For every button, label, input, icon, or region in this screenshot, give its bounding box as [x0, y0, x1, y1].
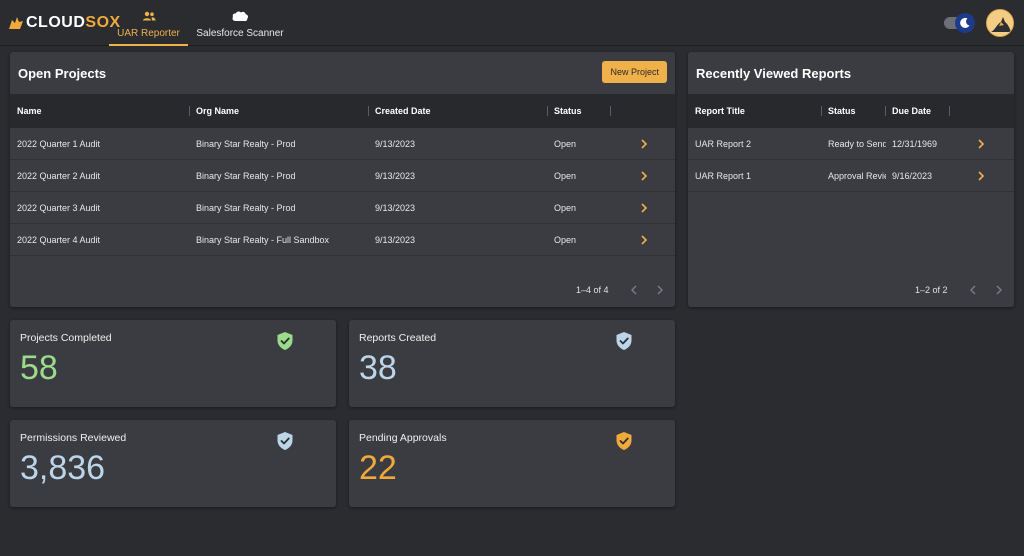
- status-cell: Open: [554, 203, 577, 213]
- tab-uar-reporter-label: UAR Reporter: [117, 28, 180, 39]
- column-separator: [368, 106, 369, 116]
- chevron-right-icon[interactable]: [639, 138, 649, 150]
- project-name-cell: 2022 Quarter 1 Audit: [17, 139, 101, 149]
- column-separator: [821, 106, 822, 116]
- pagination-range: 1–2 of 2: [915, 285, 948, 295]
- shield-check-icon: [277, 332, 293, 350]
- chevron-right-icon[interactable]: [976, 138, 986, 150]
- chevron-right-icon[interactable]: [976, 170, 986, 182]
- stat-label: Reports Created: [359, 332, 437, 344]
- status-cell: Open: [554, 235, 577, 245]
- fox-logo-icon: [9, 17, 23, 29]
- stat-card-pending-approvals: Pending Approvals 22: [349, 420, 675, 507]
- stat-label: Permissions Reviewed: [20, 432, 127, 444]
- next-page-icon[interactable]: [655, 284, 665, 296]
- shield-check-icon: [277, 432, 293, 450]
- shield-check-icon: [616, 332, 632, 350]
- logo-text-cloud: CLOUD: [26, 14, 86, 31]
- stat-card-projects-completed: Projects Completed 58: [10, 320, 336, 407]
- recent-reports-card: Recently Viewed Reports Report Title Sta…: [688, 52, 1014, 307]
- org-name-cell: Binary Star Realty - Prod: [196, 139, 296, 149]
- table-row[interactable]: 2022 Quarter 3 Audit Binary Star Realty …: [10, 192, 675, 224]
- table-row[interactable]: 2022 Quarter 2 Audit Binary Star Realty …: [10, 160, 675, 192]
- moon-icon: [955, 13, 975, 33]
- org-name-cell: Binary Star Realty - Prod: [196, 171, 296, 181]
- open-projects-title: Open Projects: [18, 66, 107, 81]
- due-date-cell: 12/31/1969: [892, 139, 938, 149]
- status-cell: Open: [554, 139, 577, 149]
- stat-value: 58: [20, 349, 58, 387]
- table-row[interactable]: UAR Report 1 Approval Review 9/16/2023: [688, 160, 1014, 192]
- stat-card-permissions-reviewed: Permissions Reviewed 3,836: [10, 420, 336, 507]
- open-projects-card: Open Projects New Project Name Org Name …: [10, 52, 675, 307]
- column-header-status[interactable]: Status: [554, 106, 582, 116]
- status-cell: Open: [554, 171, 577, 181]
- due-date-cell: 9/16/2023: [892, 171, 933, 181]
- column-header-name[interactable]: Name: [17, 106, 42, 116]
- next-page-icon[interactable]: [994, 284, 1004, 296]
- column-header-status[interactable]: Status: [828, 106, 856, 116]
- created-date-cell: 9/13/2023: [375, 171, 416, 181]
- column-separator: [610, 106, 611, 116]
- pagination-range: 1–4 of 4: [576, 285, 609, 295]
- column-header-created-date[interactable]: Created Date: [375, 106, 431, 116]
- previous-page-icon[interactable]: [629, 284, 639, 296]
- table-row[interactable]: UAR Report 2 Ready to Send 12/31/1969: [688, 128, 1014, 160]
- open-projects-table-header: Name Org Name Created Date Status: [10, 94, 675, 128]
- column-separator: [547, 106, 548, 116]
- top-navigation-bar: CLOUDSOX UAR Reporter Salesforce Scanner: [0, 0, 1024, 46]
- recent-reports-title: Recently Viewed Reports: [696, 66, 852, 81]
- stat-value: 22: [359, 449, 397, 487]
- org-name-cell: Binary Star Realty - Prod: [196, 203, 296, 213]
- stat-value: 3,836: [20, 449, 106, 487]
- column-header-report-title[interactable]: Report Title: [695, 106, 745, 116]
- table-row[interactable]: 2022 Quarter 1 Audit Binary Star Realty …: [10, 128, 675, 160]
- stat-value: 38: [359, 349, 397, 387]
- column-header-due-date[interactable]: Due Date: [892, 106, 931, 116]
- created-date-cell: 9/13/2023: [375, 139, 416, 149]
- column-header-org-name[interactable]: Org Name: [196, 106, 239, 116]
- stat-card-reports-created: Reports Created 38: [349, 320, 675, 407]
- report-title-cell: UAR Report 1: [695, 171, 752, 181]
- status-cell: Approval Review: [828, 171, 886, 181]
- column-separator: [885, 106, 886, 116]
- tab-uar-reporter[interactable]: UAR Reporter: [109, 0, 188, 46]
- status-cell: Ready to Send: [828, 139, 886, 149]
- shield-check-icon: [616, 432, 632, 450]
- theme-toggle[interactable]: [944, 13, 976, 33]
- column-separator: [189, 106, 190, 116]
- user-avatar[interactable]: [986, 9, 1014, 37]
- created-date-cell: 9/13/2023: [375, 203, 416, 213]
- project-name-cell: 2022 Quarter 2 Audit: [17, 171, 101, 181]
- column-separator: [949, 106, 950, 116]
- project-name-cell: 2022 Quarter 3 Audit: [17, 203, 101, 213]
- chevron-right-icon[interactable]: [639, 202, 649, 214]
- tab-salesforce-scanner[interactable]: Salesforce Scanner: [194, 0, 286, 46]
- previous-page-icon[interactable]: [968, 284, 978, 296]
- cloudsox-logo[interactable]: CLOUDSOX: [8, 13, 121, 33]
- stat-label: Pending Approvals: [359, 432, 447, 444]
- project-name-cell: 2022 Quarter 4 Audit: [17, 235, 101, 245]
- table-row[interactable]: 2022 Quarter 4 Audit Binary Star Realty …: [10, 224, 675, 256]
- fox-avatar-icon: [987, 10, 1013, 36]
- org-name-cell: Binary Star Realty - Full Sandbox: [196, 235, 330, 245]
- users-icon: [142, 9, 156, 22]
- chevron-right-icon[interactable]: [639, 234, 649, 246]
- tab-salesforce-scanner-label: Salesforce Scanner: [196, 28, 284, 39]
- salesforce-cloud-icon: [231, 9, 249, 22]
- stat-label: Projects Completed: [20, 332, 112, 344]
- recent-reports-table-header: Report Title Status Due Date: [688, 94, 1014, 128]
- new-project-button[interactable]: New Project: [602, 61, 667, 83]
- created-date-cell: 9/13/2023: [375, 235, 416, 245]
- report-title-cell: UAR Report 2: [695, 139, 752, 149]
- chevron-right-icon[interactable]: [639, 170, 649, 182]
